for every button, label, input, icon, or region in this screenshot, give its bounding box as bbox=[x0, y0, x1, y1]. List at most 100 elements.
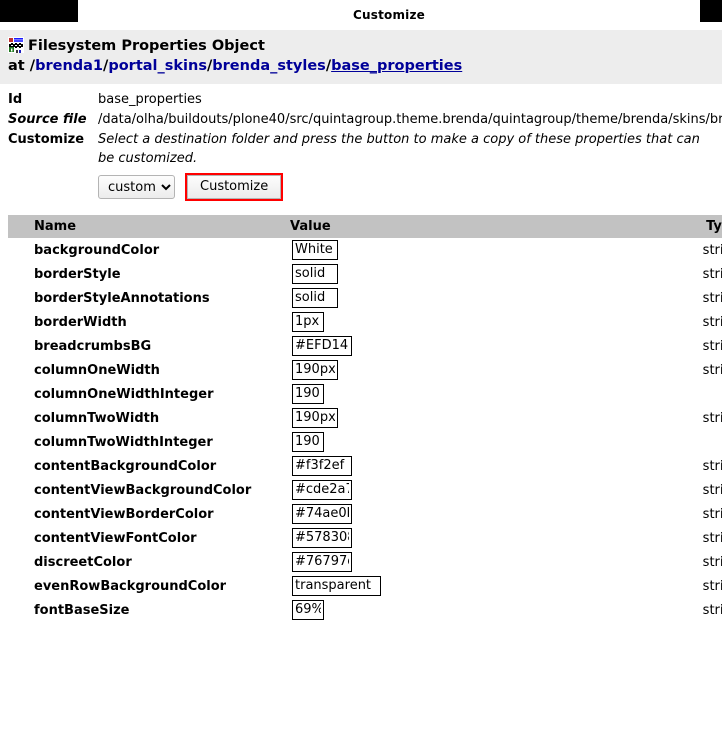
property-type: string bbox=[702, 338, 722, 354]
property-name: evenRowBackgroundColor bbox=[34, 578, 227, 594]
property-type: string bbox=[702, 242, 722, 258]
info-label-id: Id bbox=[8, 92, 23, 107]
properties-table-head: Name Value Type bbox=[8, 215, 722, 238]
tabbar-left-filler bbox=[0, 0, 78, 22]
property-name: borderWidth bbox=[34, 314, 127, 330]
property-value-input[interactable] bbox=[292, 240, 338, 260]
property-value-cell bbox=[290, 358, 676, 382]
table-row: contentViewFontColor string bbox=[8, 526, 722, 550]
customize-controls: custom Customize bbox=[98, 173, 714, 201]
customize-button-highlight: Customize bbox=[185, 173, 284, 201]
property-type: string bbox=[702, 482, 722, 498]
property-type: int bbox=[676, 430, 722, 454]
property-value-input[interactable] bbox=[292, 600, 324, 620]
table-row: columnTwoWidth string bbox=[8, 406, 722, 430]
info-label-source-file: Source file bbox=[8, 112, 87, 127]
property-type: string bbox=[702, 410, 722, 426]
properties-header-row: Name Value Type bbox=[8, 215, 722, 238]
property-value-input[interactable] bbox=[292, 552, 353, 572]
info-label-customize: Customize bbox=[8, 132, 85, 147]
table-row: columnTwoWidthInteger int bbox=[8, 430, 722, 454]
column-header-type: Type bbox=[676, 215, 722, 238]
property-value-input[interactable] bbox=[292, 432, 324, 452]
property-value-cell bbox=[290, 310, 676, 334]
breadcrumb-link-portal-skins[interactable]: portal_skins bbox=[108, 58, 207, 74]
breadcrumb-link-brenda1[interactable]: brenda1 bbox=[35, 58, 103, 74]
property-type: string bbox=[702, 458, 722, 474]
property-name: contentBackgroundColor bbox=[34, 458, 217, 474]
property-value-cell bbox=[290, 286, 676, 310]
property-name: contentViewBorderColor bbox=[34, 506, 214, 522]
property-name: borderStyleAnnotations bbox=[34, 290, 210, 306]
property-value-input[interactable] bbox=[292, 408, 338, 428]
property-value-input[interactable] bbox=[292, 360, 338, 380]
property-value-input[interactable] bbox=[292, 576, 382, 596]
page-title: Filesystem Properties Object at /brenda1… bbox=[8, 36, 714, 76]
breadcrumb-link-base-properties[interactable]: base_properties bbox=[331, 58, 462, 74]
table-row: columnOneWidthInteger int bbox=[8, 382, 722, 406]
tab-customize-label: Customize bbox=[352, 8, 425, 22]
property-value-cell bbox=[290, 526, 676, 550]
property-name: contentViewFontColor bbox=[34, 530, 197, 546]
property-value-cell bbox=[290, 406, 676, 430]
property-type: int bbox=[676, 382, 722, 406]
property-name: fontBaseSize bbox=[34, 602, 130, 618]
table-row: borderStyle string bbox=[8, 262, 722, 286]
property-value-input[interactable] bbox=[292, 528, 353, 548]
window-tabbar: Customize bbox=[0, 0, 722, 30]
property-value-cell bbox=[290, 382, 676, 406]
info-row-id: Id base_properties bbox=[8, 90, 714, 109]
destination-folder-select[interactable]: custom bbox=[98, 175, 175, 199]
property-name: columnOneWidth bbox=[34, 362, 160, 378]
property-name: contentViewBackgroundColor bbox=[34, 482, 252, 498]
property-value-input[interactable] bbox=[292, 336, 353, 356]
property-value-cell bbox=[290, 334, 676, 358]
property-type: string bbox=[702, 314, 722, 330]
property-value-cell bbox=[290, 430, 676, 454]
customize-button[interactable]: Customize bbox=[187, 175, 282, 199]
properties-table: Name Value Type backgroundColorstringbor… bbox=[8, 215, 722, 622]
info-value-customize-help: Select a destination folder and press th… bbox=[98, 132, 700, 166]
property-name: discreetColor bbox=[34, 554, 132, 570]
property-value-input[interactable] bbox=[292, 288, 338, 308]
property-value-cell bbox=[290, 550, 676, 574]
property-value-input[interactable] bbox=[292, 384, 324, 404]
property-name: columnOneWidthInteger bbox=[34, 386, 214, 402]
property-value-input[interactable] bbox=[292, 480, 353, 500]
property-type: string bbox=[702, 506, 722, 522]
property-value-input[interactable] bbox=[292, 264, 338, 284]
properties-document-icon bbox=[8, 37, 24, 53]
property-type: string bbox=[702, 578, 722, 594]
property-name: backgroundColor bbox=[34, 242, 160, 258]
table-row: borderStyleAnnotations string bbox=[8, 286, 722, 310]
info-value-source-file: /data/olha/buildouts/plone40/src/quintag… bbox=[98, 112, 722, 127]
property-value-cell bbox=[290, 454, 676, 478]
object-header: Filesystem Properties Object at /brenda1… bbox=[0, 30, 722, 84]
property-name: breadcrumbsBG bbox=[34, 338, 152, 354]
property-value-cell bbox=[290, 502, 676, 526]
property-type: string bbox=[702, 530, 722, 546]
property-value-input[interactable] bbox=[292, 456, 353, 476]
property-value-cell bbox=[290, 478, 676, 502]
info-value-id: base_properties bbox=[98, 92, 202, 107]
property-type: string bbox=[702, 602, 722, 618]
info-row-source-file: Source file /data/olha/buildouts/plone40… bbox=[8, 110, 722, 129]
property-value-input[interactable] bbox=[292, 312, 324, 332]
property-type: string bbox=[702, 290, 722, 306]
table-row: discreetColor string bbox=[8, 550, 722, 574]
property-name: borderStyle bbox=[34, 266, 121, 282]
property-name: columnTwoWidth bbox=[34, 410, 160, 426]
tab-customize[interactable]: Customize bbox=[78, 0, 700, 29]
table-row: evenRowBackgroundColor string bbox=[8, 574, 722, 598]
table-row: borderWidth string bbox=[8, 310, 722, 334]
object-info: Id base_properties Source file /data/olh… bbox=[0, 90, 722, 201]
property-value-cell bbox=[290, 574, 676, 598]
property-value-input[interactable] bbox=[292, 504, 353, 524]
table-row: breadcrumbsBG string bbox=[8, 334, 722, 358]
breadcrumb-link-brenda-styles[interactable]: brenda_styles bbox=[212, 58, 326, 74]
column-header-name: Name bbox=[8, 215, 290, 238]
property-value-cell bbox=[290, 238, 676, 262]
column-header-value: Value bbox=[290, 215, 676, 238]
table-row: contentViewBackgroundColor string bbox=[8, 478, 722, 502]
properties-table-body: backgroundColorstringborderStylestringbo… bbox=[8, 238, 722, 622]
